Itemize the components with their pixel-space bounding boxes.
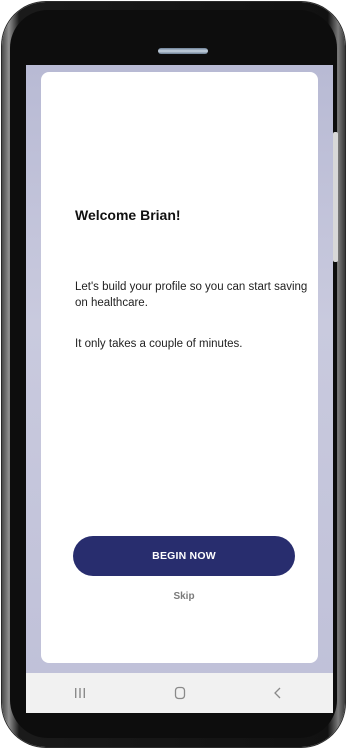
recent-apps-button[interactable] — [50, 673, 110, 713]
home-icon — [174, 686, 186, 700]
side-button — [333, 132, 338, 262]
back-icon — [274, 687, 281, 699]
duration-note: It only takes a couple of minutes. — [75, 338, 243, 350]
earpiece-speaker — [158, 48, 208, 54]
skip-link[interactable]: Skip — [73, 591, 295, 602]
recent-apps-icon — [75, 688, 85, 698]
back-button[interactable] — [248, 673, 308, 713]
home-button[interactable] — [150, 673, 210, 713]
welcome-title: Welcome Brian! — [75, 207, 181, 223]
welcome-card: Welcome Brian! Let's build your profile … — [41, 72, 318, 663]
phone-frame: Welcome Brian! Let's build your profile … — [2, 2, 345, 747]
system-navigation-bar — [26, 673, 333, 713]
phone-screen: Welcome Brian! Let's build your profile … — [26, 65, 333, 713]
intro-text: Let's build your profile so you can star… — [75, 281, 308, 309]
begin-now-button[interactable]: BEGIN NOW — [73, 536, 295, 576]
